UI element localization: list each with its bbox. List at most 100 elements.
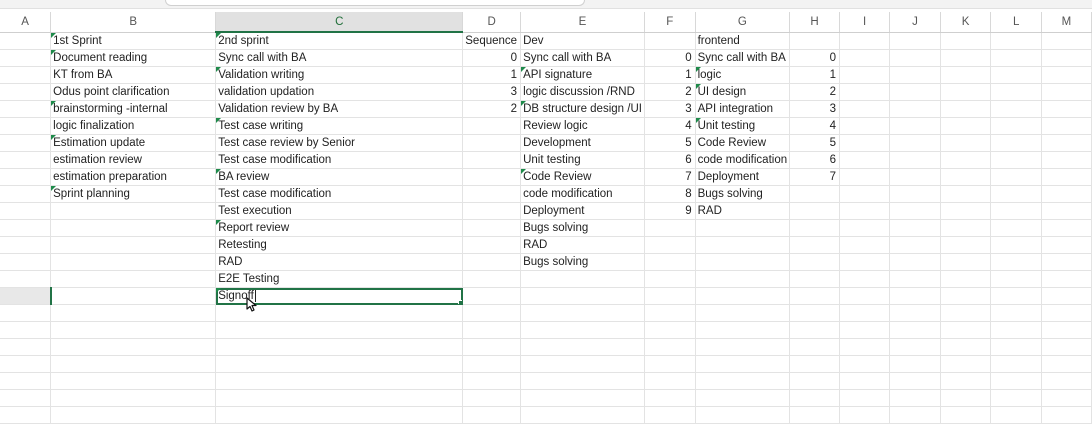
cell-h[interactable]	[789, 202, 840, 220]
cell-empty[interactable]	[990, 236, 1042, 254]
cell-g[interactable]: Deployment	[695, 168, 791, 186]
cell-b[interactable]: brainstorming -internal	[50, 100, 217, 118]
cell-empty[interactable]	[940, 83, 992, 101]
cell-empty[interactable]	[839, 66, 891, 84]
cell-empty[interactable]	[839, 185, 891, 203]
cell-empty[interactable]	[889, 83, 941, 101]
row-header[interactable]	[0, 321, 52, 339]
cell-f[interactable]	[644, 32, 696, 50]
cell-empty[interactable]	[990, 134, 1042, 152]
column-header-f[interactable]: F	[644, 12, 696, 33]
cell-empty[interactable]	[940, 219, 992, 237]
cell-c[interactable]: Sync call with BA	[215, 49, 464, 67]
cell-empty[interactable]	[1041, 253, 1092, 271]
cell-empty[interactable]	[940, 372, 992, 390]
cell-f[interactable]: 9	[644, 202, 696, 220]
cell-empty[interactable]	[889, 406, 941, 424]
cell-d[interactable]: 2	[462, 100, 522, 118]
row-header[interactable]	[0, 83, 52, 101]
cell-b[interactable]	[50, 304, 217, 322]
cell-h[interactable]	[789, 338, 840, 356]
row-header[interactable]	[0, 372, 52, 390]
cell-empty[interactable]	[990, 389, 1042, 407]
cell-empty[interactable]	[1041, 406, 1092, 424]
column-header-g[interactable]: G	[695, 12, 791, 33]
cell-c[interactable]: Validation writing	[215, 66, 464, 84]
cell-d[interactable]	[462, 151, 522, 169]
cell-c[interactable]: E2E Testing	[215, 270, 464, 288]
cell-empty[interactable]	[889, 270, 941, 288]
cell-empty[interactable]	[1041, 270, 1092, 288]
cell-empty[interactable]	[839, 134, 891, 152]
cell-empty[interactable]	[889, 219, 941, 237]
cell-e[interactable]: Review logic	[520, 117, 645, 135]
cell-empty[interactable]	[839, 202, 891, 220]
cell-h[interactable]: 6	[789, 151, 840, 169]
cell-f[interactable]	[644, 321, 696, 339]
cell-e[interactable]	[520, 338, 645, 356]
row-header[interactable]	[0, 151, 52, 169]
cell-empty[interactable]	[990, 83, 1042, 101]
cell-f[interactable]	[644, 219, 696, 237]
cell-empty[interactable]	[889, 49, 941, 67]
cell-empty[interactable]	[1041, 32, 1092, 50]
cell-empty[interactable]	[990, 253, 1042, 271]
cell-f[interactable]	[644, 389, 696, 407]
cell-f[interactable]: 5	[644, 134, 696, 152]
cell-empty[interactable]	[940, 253, 992, 271]
cell-b[interactable]: Sprint planning	[50, 185, 217, 203]
cell-b[interactable]	[50, 338, 217, 356]
cell-g[interactable]: Bugs solving	[695, 185, 791, 203]
row-header[interactable]	[0, 355, 52, 373]
column-header-c[interactable]: C	[215, 12, 464, 33]
cell-empty[interactable]	[889, 117, 941, 135]
cell-g[interactable]	[695, 372, 791, 390]
cell-empty[interactable]	[940, 168, 992, 186]
cell-c[interactable]: Retesting	[215, 236, 464, 254]
cell-c[interactable]: 2nd sprint	[215, 32, 464, 50]
row-header[interactable]	[0, 117, 52, 135]
cell-empty[interactable]	[839, 236, 891, 254]
cell-empty[interactable]	[839, 270, 891, 288]
cell-empty[interactable]	[1041, 389, 1092, 407]
cell-empty[interactable]	[940, 287, 992, 305]
cell-e[interactable]: Code Review	[520, 168, 645, 186]
cell-g[interactable]	[695, 338, 791, 356]
cell-d[interactable]	[462, 134, 522, 152]
cell-e[interactable]: API signature	[520, 66, 645, 84]
cell-c[interactable]: Test case modification	[215, 151, 464, 169]
cell-empty[interactable]	[889, 185, 941, 203]
cell-g[interactable]	[695, 219, 791, 237]
cell-empty[interactable]	[1041, 66, 1092, 84]
cell-e[interactable]: RAD	[520, 236, 645, 254]
cell-f[interactable]	[644, 253, 696, 271]
cell-g[interactable]: frontend	[695, 32, 791, 50]
cell-e[interactable]: Development	[520, 134, 645, 152]
cell-h[interactable]	[789, 321, 840, 339]
cell-empty[interactable]	[990, 355, 1042, 373]
cell-g[interactable]: RAD	[695, 202, 791, 220]
cell-f[interactable]	[644, 338, 696, 356]
cell-g[interactable]	[695, 236, 791, 254]
cell-b[interactable]: 1st Sprint	[50, 32, 217, 50]
cell-d[interactable]	[462, 219, 522, 237]
cell-empty[interactable]	[1041, 338, 1092, 356]
cell-h[interactable]	[789, 355, 840, 373]
cell-b[interactable]	[50, 287, 217, 305]
row-header[interactable]	[0, 253, 52, 271]
cell-e[interactable]	[520, 270, 645, 288]
cell-d[interactable]: 1	[462, 66, 522, 84]
cell-empty[interactable]	[990, 117, 1042, 135]
cell-g[interactable]	[695, 355, 791, 373]
cell-g[interactable]: logic	[695, 66, 791, 84]
cell-e[interactable]: Bugs solving	[520, 253, 645, 271]
cell-b[interactable]: Odus point clarification	[50, 83, 217, 101]
cell-f[interactable]	[644, 372, 696, 390]
cell-b[interactable]: KT from BA	[50, 66, 217, 84]
cell-g[interactable]	[695, 287, 791, 305]
cell-empty[interactable]	[889, 100, 941, 118]
cell-empty[interactable]	[940, 236, 992, 254]
cell-empty[interactable]	[1041, 134, 1092, 152]
cell-e[interactable]: Unit testing	[520, 151, 645, 169]
cell-g[interactable]	[695, 321, 791, 339]
